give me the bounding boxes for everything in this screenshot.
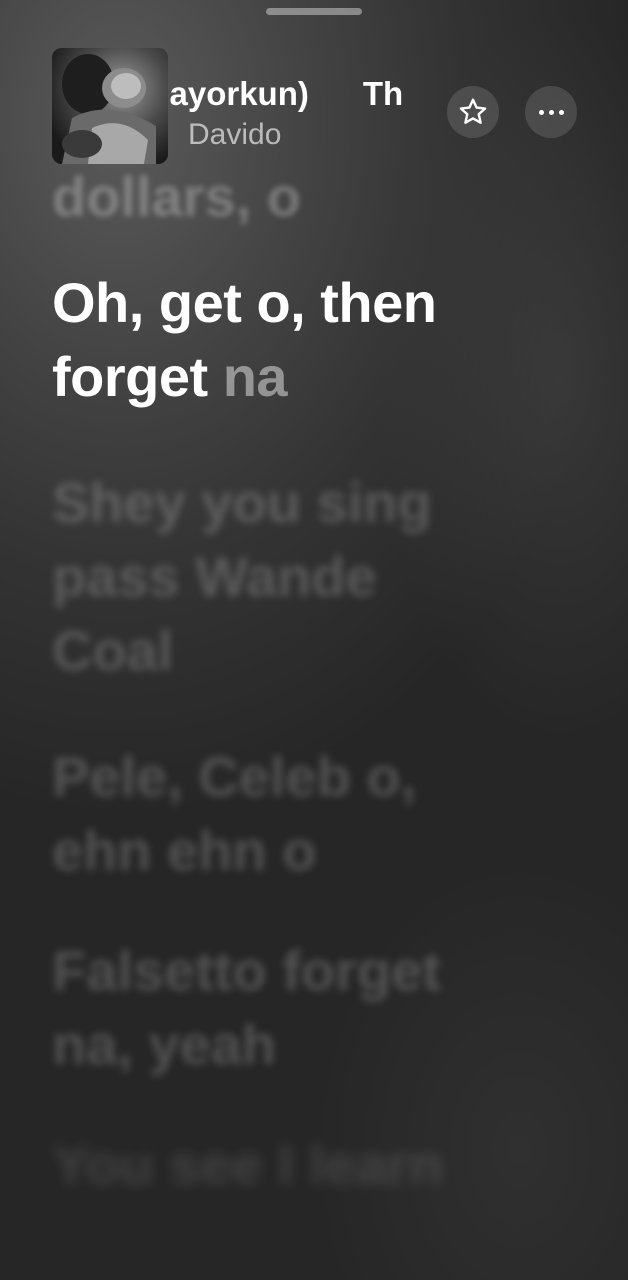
album-artwork[interactable] [52, 48, 168, 164]
lyric-line-current[interactable]: Oh, get o, then forget na [52, 266, 512, 414]
now-playing-header: Mayorkun) Th Davido [0, 0, 628, 180]
lyric-line-upcoming[interactable]: Falsetto forget na, yeah [52, 934, 512, 1082]
more-options-button[interactable] [525, 86, 577, 138]
lyric-pending-text: na [222, 345, 288, 408]
lyric-line-previous[interactable]: dollars, o [52, 160, 512, 234]
lyric-line-upcoming[interactable]: You see I learn [52, 1128, 512, 1202]
ellipsis-icon [538, 109, 564, 115]
artist-name[interactable]: Davido [188, 114, 281, 156]
album-art-image [52, 48, 168, 164]
star-icon [459, 98, 487, 124]
favorite-button[interactable] [447, 86, 499, 138]
lyric-line-upcoming[interactable]: Shey you sing pass Wande Coal [52, 466, 512, 688]
song-title-part: Mayorkun) [168, 75, 309, 112]
song-title-marquee: Mayorkun) Th [168, 70, 440, 118]
song-title-part: Th [362, 75, 404, 112]
lyric-line-upcoming[interactable]: Pele, Celeb o, ehn ehn o [52, 740, 512, 888]
